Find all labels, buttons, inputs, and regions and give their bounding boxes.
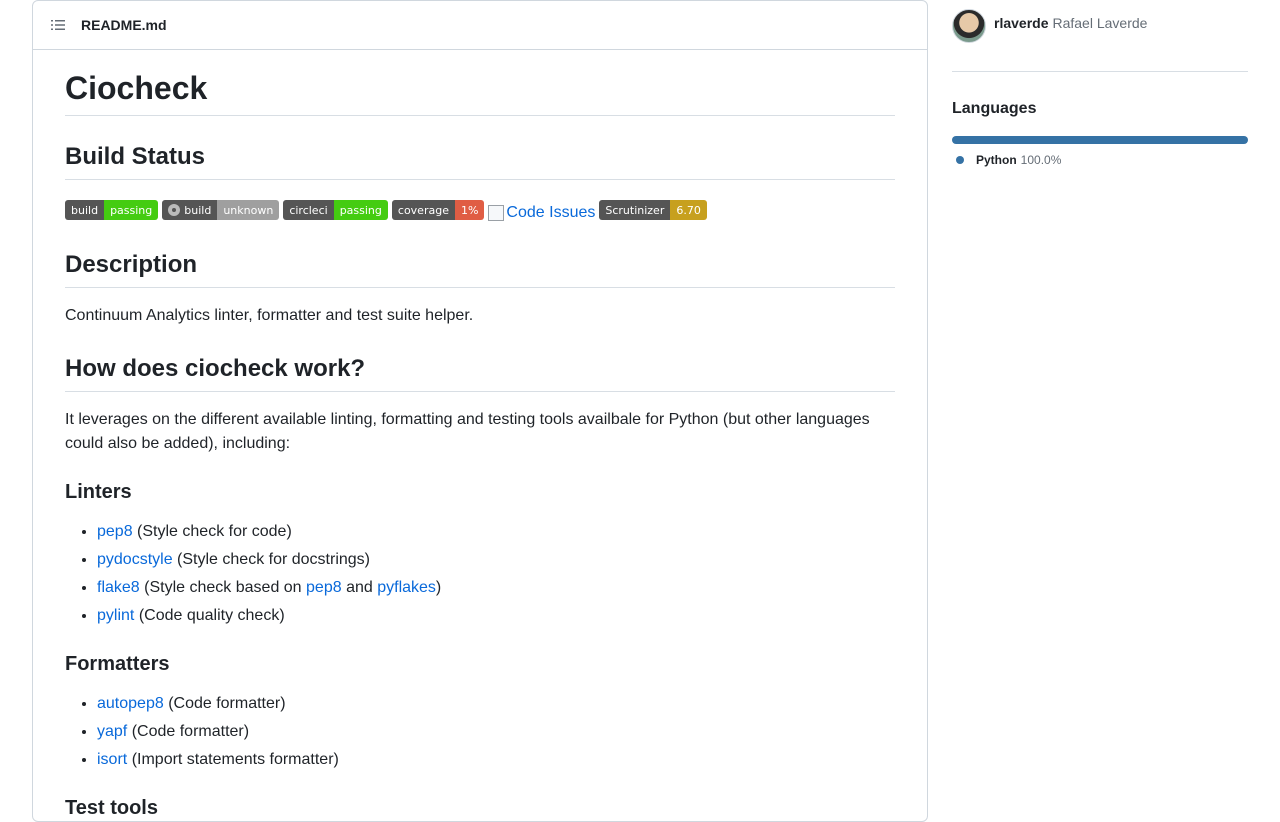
how-it-works-text: It leverages on the different available … xyxy=(65,411,870,452)
pyflakes-link[interactable]: pyflakes xyxy=(377,579,436,596)
item-description: and xyxy=(341,579,378,596)
badge-label: circleci xyxy=(283,200,334,220)
list-item: yapf (Code formatter) xyxy=(97,720,895,744)
formatters-list: autopep8 (Code formatter) yapf (Code for… xyxy=(65,692,895,772)
broken-image-icon xyxy=(488,205,505,221)
item-description: (Style check for docstrings) xyxy=(177,551,370,568)
item-description: ) xyxy=(435,579,442,596)
pep8-link[interactable]: pep8 xyxy=(97,523,133,540)
avatar[interactable] xyxy=(952,8,986,43)
owner-full-name: Rafael Laverde xyxy=(1052,14,1148,31)
badge-label: build xyxy=(162,200,218,220)
language-color-dot xyxy=(956,156,964,164)
badge-value: unknown xyxy=(217,200,280,220)
build-unknown-badge[interactable]: build unknown xyxy=(162,200,280,220)
table-of-contents-button[interactable] xyxy=(49,16,67,34)
code-issues-badge-link[interactable]: Code Issues xyxy=(488,204,595,222)
list-item: pydocstyle (Style check for docstrings) xyxy=(97,548,895,572)
owner-login-link[interactable]: rlaverde xyxy=(994,15,1048,31)
badge-label: coverage xyxy=(391,200,455,220)
language-item-python[interactable]: Python 100.0% xyxy=(952,153,1248,167)
readme-content: Ciocheck Build Status build passing buil… xyxy=(33,70,927,820)
autopep8-link[interactable]: autopep8 xyxy=(97,695,164,712)
pep8-inline-link[interactable]: pep8 xyxy=(306,579,342,596)
language-percent: 100.0% xyxy=(1020,153,1062,167)
heading-formatters: Formatters xyxy=(65,653,170,675)
list-icon xyxy=(51,20,65,30)
list-item: isort (Import statements formatter) xyxy=(97,748,895,772)
badge-row: build passing build unknown circleci pas… xyxy=(65,196,895,224)
owner-row: rlaverde Rafael Laverde xyxy=(952,0,1248,45)
build-passing-badge[interactable]: build passing xyxy=(65,200,159,220)
heading-build-status: Build Status xyxy=(65,142,895,180)
item-description: (Style check based on xyxy=(144,579,307,596)
description-text: Continuum Analytics linter, formatter an… xyxy=(65,307,474,324)
list-item: pep8 (Style check for code) xyxy=(97,520,895,544)
heading-linters: Linters xyxy=(65,481,132,503)
badge-value: 1% xyxy=(454,200,485,220)
languages-heading: Languages xyxy=(952,100,1037,117)
linters-list: pep8 (Style check for code) pydocstyle (… xyxy=(65,520,895,628)
isort-link[interactable]: isort xyxy=(97,751,127,768)
item-description: (Code quality check) xyxy=(138,607,285,624)
badge-value: passing xyxy=(104,200,159,220)
pydocstyle-link[interactable]: pydocstyle xyxy=(97,551,173,568)
sidebar-divider xyxy=(952,71,1248,72)
list-item: pylint (Code quality check) xyxy=(97,604,895,628)
badge-value: passing xyxy=(333,200,388,220)
readme-filename: README.md xyxy=(81,17,167,33)
heading-description: Description xyxy=(65,250,895,288)
item-description: (Code formatter) xyxy=(168,695,286,712)
badge-label-text: build xyxy=(184,203,212,217)
language-bar xyxy=(952,136,1248,144)
circleci-badge[interactable]: circleci passing xyxy=(283,200,388,220)
flake8-link[interactable]: flake8 xyxy=(97,579,140,596)
badge-alt-text: Code Issues xyxy=(506,204,596,221)
badge-label: build xyxy=(65,200,105,220)
heading-how-it-works: How does ciocheck work? xyxy=(65,354,895,392)
pylint-link[interactable]: pylint xyxy=(97,607,134,624)
yapf-link[interactable]: yapf xyxy=(97,723,127,740)
appveyor-icon xyxy=(168,204,181,216)
repo-sidebar: rlaverde Rafael Laverde Languages Python… xyxy=(952,0,1248,167)
readme-box: README.md Ciocheck Build Status build pa… xyxy=(32,0,928,822)
badge-value: 6.70 xyxy=(670,200,707,220)
item-description: (Code formatter) xyxy=(131,723,250,740)
scrutinizer-badge[interactable]: Scrutinizer 6.70 xyxy=(599,200,707,220)
item-description: (Style check for code) xyxy=(137,523,292,540)
list-item: autopep8 (Code formatter) xyxy=(97,692,895,716)
item-description: (Import statements formatter) xyxy=(131,751,339,768)
list-item: flake8 (Style check based on pep8 and py… xyxy=(97,576,895,600)
coverage-badge[interactable]: coverage 1% xyxy=(391,200,485,220)
readme-title: Ciocheck xyxy=(65,70,895,116)
language-name: Python xyxy=(976,153,1017,167)
readme-header: README.md xyxy=(33,1,927,50)
badge-label: Scrutinizer xyxy=(599,200,671,220)
